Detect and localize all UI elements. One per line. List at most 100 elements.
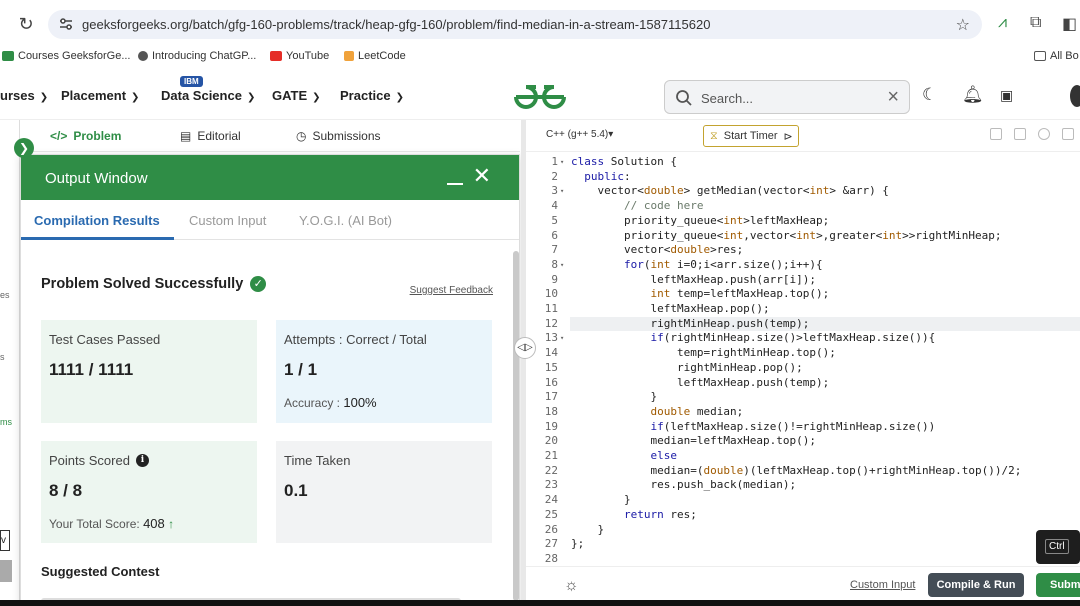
code-line[interactable]: priority_queue<int>leftMaxHeap; <box>571 214 829 229</box>
line-number: 15 <box>544 360 558 374</box>
code-line[interactable]: }; <box>571 537 584 552</box>
code-line[interactable]: median=leftMaxHeap.top(); <box>571 434 816 449</box>
menu-placement[interactable]: Placement ❯ <box>61 88 139 103</box>
tab-custom-input[interactable]: Custom Input <box>189 213 266 228</box>
output-window-header: Output Window ✕ <box>21 155 519 200</box>
start-timer-button[interactable]: ⧖ Start Timer ⊳ <box>703 125 799 147</box>
profile-icon[interactable]: ◧ <box>1062 14 1077 34</box>
bookmark-chatgpt[interactable]: Introducing ChatGP... <box>138 50 256 62</box>
all-bookmarks[interactable]: All Bo <box>1034 50 1079 62</box>
fold-caret-icon[interactable]: ▾ <box>560 155 568 170</box>
close-icon[interactable]: ✕ <box>473 165 491 187</box>
suggest-feedback-link[interactable]: Suggest Feedback <box>410 285 493 296</box>
extensions-puzzle-icon[interactable]: ⧉ <box>1030 14 1041 32</box>
extension-icon[interactable]: ⩘ <box>998 14 1007 32</box>
custom-input-link[interactable]: Custom Input <box>850 579 915 591</box>
lightbulb-icon[interactable]: ☼ <box>564 577 579 595</box>
fold-caret-icon[interactable]: ▾ <box>560 331 568 346</box>
code-line[interactable]: } <box>571 390 657 405</box>
strip-label: s <box>0 352 5 362</box>
language-select[interactable]: C++ (g++ 5.4)▾ <box>546 129 613 140</box>
code-line[interactable]: class Solution { <box>571 155 677 170</box>
notification-bell-icon[interactable]: 🔔︎ <box>962 85 984 105</box>
code-editor: C++ (g++ 5.4)▾ ⧖ Start Timer ⊳ 1 ▾ class Sol… <box>526 120 1080 606</box>
reset-icon[interactable] <box>1014 128 1026 140</box>
line-number: 23 <box>544 478 558 492</box>
card-label: Attempts : Correct / Total <box>284 332 427 347</box>
output-window-title: Output Window <box>45 170 148 187</box>
code-line[interactable]: vector<double>res; <box>571 243 743 258</box>
code-line[interactable]: rightMinHeap.push(temp); <box>571 317 809 332</box>
bookmark-courses[interactable]: Courses GeeksforGe... <box>2 50 131 62</box>
code-line[interactable]: } <box>571 493 631 508</box>
reload-icon[interactable]: ↻ <box>14 12 38 36</box>
youtube-icon <box>270 51 282 61</box>
code-line[interactable]: vector<double> getMedian(vector<int> &ar… <box>571 184 888 199</box>
expand-panel-icon[interactable]: ❯ <box>14 138 34 158</box>
code-line[interactable]: // code here <box>571 199 703 214</box>
minimize-icon[interactable] <box>447 165 463 185</box>
fold-caret-icon[interactable]: ▾ <box>560 184 568 199</box>
code-line[interactable]: leftMaxHeap.push(arr[i]); <box>571 273 816 288</box>
code-line[interactable]: double median; <box>571 405 743 420</box>
card-value: 1111 / 1111 <box>49 360 134 379</box>
code-line[interactable]: public: <box>571 170 630 185</box>
search-box[interactable]: Search... × <box>664 80 910 114</box>
code-line[interactable]: for(int i=0;i<arr.size();i++){ <box>571 258 823 273</box>
fullscreen-icon[interactable] <box>1062 128 1074 140</box>
menu-gate[interactable]: GATE ❯ <box>272 88 321 103</box>
bookmark-youtube[interactable]: YouTube <box>270 50 329 62</box>
menu-courses[interactable]: urses ❯ <box>0 88 48 103</box>
code-line[interactable]: else <box>571 449 677 464</box>
code-line[interactable]: leftMaxHeap.push(temp); <box>571 376 829 391</box>
dark-mode-icon[interactable]: ☾ <box>922 85 937 105</box>
code-line[interactable]: } <box>571 523 604 538</box>
code-line[interactable]: res.push_back(median); <box>571 478 796 493</box>
tab-problem[interactable]: </> Problem <box>50 129 121 143</box>
code-line[interactable]: temp=rightMinHeap.top(); <box>571 346 836 361</box>
strip-button[interactable]: v <box>0 530 10 551</box>
card-label: Test Cases Passed <box>49 332 161 347</box>
code-area[interactable]: 1 ▾ class Solution {2 public: 3 ▾ vector<dou… <box>526 153 1080 566</box>
leetcode-icon <box>344 51 354 61</box>
compile-run-button[interactable]: Compile & Run <box>928 573 1024 597</box>
split-resize-icon[interactable]: ◁▷ <box>514 337 536 359</box>
chevron-down-icon: ❯ <box>39 92 49 103</box>
fold-caret-icon[interactable]: ▾ <box>560 258 568 273</box>
code-line[interactable]: int temp=leftMaxHeap.top(); <box>571 287 829 302</box>
line-number: 9 <box>551 272 558 286</box>
scrollbar[interactable] <box>513 251 519 601</box>
code-line[interactable]: median=(double)(leftMaxHeap.top()+rightM… <box>571 464 1021 479</box>
copy-icon[interactable] <box>990 128 1002 140</box>
tab-yogi-ai-bot[interactable]: Y.O.G.I. (AI Bot) <box>299 213 392 228</box>
bookmark-leetcode[interactable]: LeetCode <box>344 50 406 62</box>
info-icon[interactable]: i <box>135 454 149 467</box>
translate-icon[interactable]: ▣ <box>1000 87 1013 104</box>
line-number: 21 <box>544 449 558 462</box>
code-line[interactable]: priority_queue<int,vector<int>,greater<i… <box>571 229 1002 244</box>
strip-button-grey[interactable] <box>0 560 12 582</box>
editor-toolbar: C++ (g++ 5.4)▾ ⧖ Start Timer ⊳ <box>526 120 1080 152</box>
code-line[interactable]: if(leftMaxHeap.size()!=rightMinHeap.size… <box>571 420 935 435</box>
avatar[interactable] <box>1070 85 1080 107</box>
menu-practice[interactable]: Practice ❯ <box>340 88 404 103</box>
site-settings-icon[interactable] <box>58 16 74 32</box>
address-bar[interactable]: geeksforgeeks.org/batch/gfg-160-problems… <box>48 10 982 39</box>
tab-submissions[interactable]: ◷ Submissions <box>296 129 381 143</box>
site-header: urses ❯ Placement ❯ IBM Data Science ❯ GATE… <box>0 74 1080 120</box>
code-line[interactable]: rightMinHeap.pop(); <box>571 361 803 376</box>
menu-data-science[interactable]: Data Science ❯ <box>161 88 255 103</box>
tab-editorial[interactable]: ▤ Editorial <box>180 129 241 143</box>
clear-search-icon[interactable]: × <box>887 86 899 109</box>
code-icon: </> <box>50 129 68 143</box>
code-line[interactable]: return res; <box>571 508 697 523</box>
code-line[interactable]: if(rightMinHeap.size()>leftMaxHeap.size(… <box>571 331 935 346</box>
gfg-logo[interactable] <box>512 83 568 111</box>
submit-button[interactable]: Submit <box>1036 573 1080 597</box>
tab-compilation-results[interactable]: Compilation Results <box>34 213 160 228</box>
line-number: 16 <box>544 375 558 389</box>
bookmark-star-icon[interactable]: ☆ <box>956 15 970 35</box>
settings-icon[interactable] <box>1038 128 1050 140</box>
line-number: 4 <box>551 199 558 213</box>
code-line[interactable]: leftMaxHeap.pop(); <box>571 302 769 317</box>
